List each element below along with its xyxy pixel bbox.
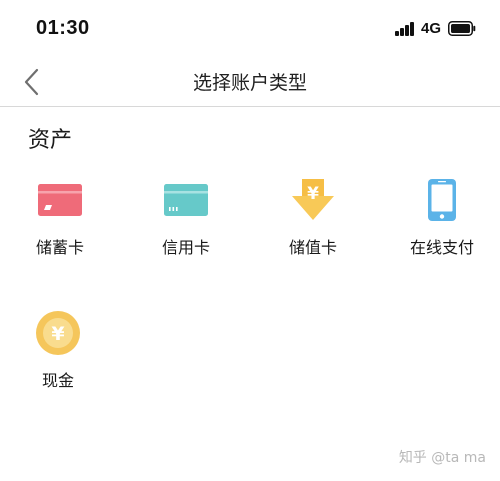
item-label: 储蓄卡: [35, 238, 84, 257]
credit-card-icon: [164, 184, 208, 216]
cash-coin-icon: ¥: [36, 311, 80, 355]
account-type-cash[interactable]: ¥ 现金: [8, 311, 108, 408]
yuan-glyph: ¥: [307, 184, 319, 204]
nav-bar: 选择账户类型: [0, 60, 500, 107]
phone-icon: [428, 179, 456, 221]
battery-icon: [448, 21, 476, 36]
stored-value-icon: ¥: [292, 179, 334, 220]
status-time: 01:30: [36, 17, 90, 39]
debit-card-icon: [38, 184, 82, 216]
account-type-debit-card[interactable]: 储蓄卡: [10, 178, 110, 274]
item-label: 储值卡: [288, 238, 337, 257]
page-title: 选择账户类型: [192, 72, 307, 94]
account-type-credit-card[interactable]: 信用卡: [136, 178, 236, 274]
yuan-glyph: ¥: [51, 323, 64, 345]
item-label: 在线支付: [409, 238, 474, 257]
network-type: 4G: [421, 20, 442, 37]
account-type-stored-value-card[interactable]: ¥ 储值卡: [263, 178, 363, 274]
section-title: 资产: [28, 128, 73, 153]
watermark: 知乎 @ta ma: [398, 450, 486, 466]
status-bar: 01:30 4G: [0, 0, 500, 60]
item-label: 现金: [41, 371, 74, 390]
account-type-online-payment[interactable]: 在线支付: [392, 178, 492, 274]
item-label: 信用卡: [161, 238, 210, 257]
signal-icon: [395, 22, 415, 36]
